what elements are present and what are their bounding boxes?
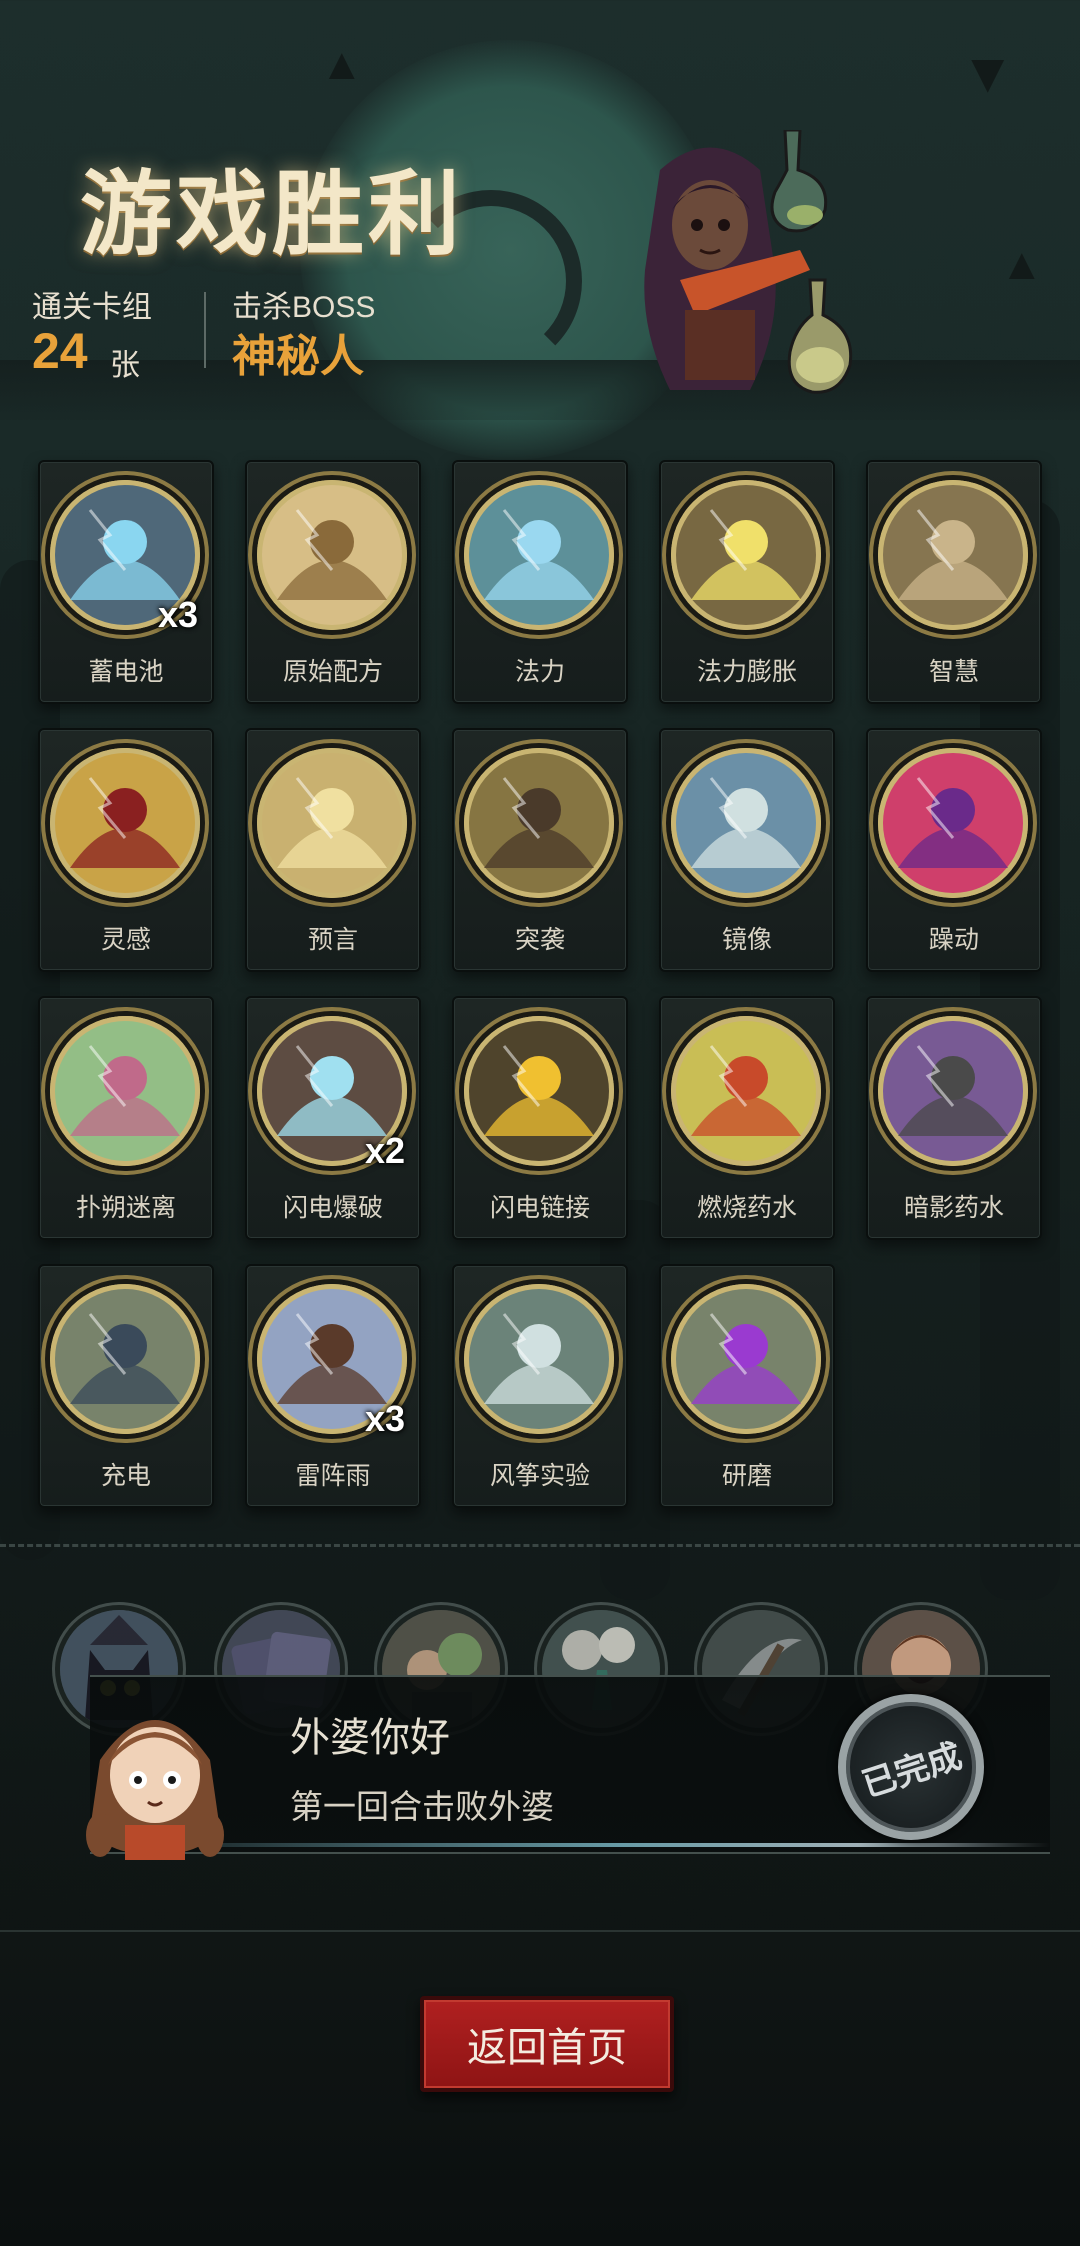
card-name: 突袭	[514, 926, 565, 954]
card-name: 雷阵雨	[295, 1462, 371, 1490]
skull-inspiration-icon	[50, 748, 200, 898]
bat-icon: ▲	[1000, 240, 1044, 289]
scholar-icon	[878, 480, 1028, 630]
card-name: 燃烧药水	[696, 1194, 797, 1222]
skill-card[interactable]: 法力	[452, 460, 628, 704]
section-separator	[0, 1544, 1080, 1547]
boss-name: 神秘人	[232, 332, 364, 381]
kite-experiment-icon	[464, 1284, 614, 1434]
cleared-deck-label: 通关卡组	[32, 291, 152, 324]
skill-card[interactable]: 原始配方	[245, 460, 421, 704]
frenzy-icon	[878, 748, 1028, 898]
skill-card[interactable]: 暗影药水	[866, 996, 1042, 1240]
raid-icon	[464, 748, 614, 898]
card-name: 充电	[100, 1462, 151, 1490]
skill-card[interactable]: x2 闪电爆破	[245, 996, 421, 1240]
card-count-badge: x2	[365, 1130, 406, 1171]
skill-card[interactable]: 闪电链接	[452, 996, 628, 1240]
skill-card[interactable]: 智慧	[866, 460, 1042, 704]
grind-icon	[671, 1284, 821, 1434]
victory-title: 游戏胜利	[80, 164, 465, 266]
skill-card[interactable]: 突袭	[452, 728, 628, 972]
scroll-icon	[257, 480, 407, 630]
card-name: 智慧	[928, 658, 979, 686]
card-name: 镜像	[721, 926, 772, 954]
card-name: 预言	[307, 926, 358, 954]
skill-card[interactable]: 燃烧药水	[659, 996, 835, 1240]
achievement-title: 外婆你好	[290, 1716, 450, 1760]
skill-card[interactable]: 躁动	[866, 728, 1042, 972]
card-name: 闪电爆破	[282, 1194, 383, 1222]
bat-icon: ▲	[320, 40, 364, 89]
hero-alchemist-illustration	[644, 130, 853, 394]
card-name: 蓄电池	[88, 658, 164, 686]
skill-card[interactable]: 充电	[38, 1264, 214, 1508]
shadow-potion-icon	[878, 1016, 1028, 1166]
completed-stamp: 已完成	[838, 1694, 984, 1840]
skill-card[interactable]: x3 雷阵雨	[245, 1264, 421, 1508]
vortex-icon	[50, 1016, 200, 1166]
skill-card[interactable]: 风筝实验	[452, 1264, 628, 1508]
mana-surge-icon	[671, 480, 821, 630]
fire-potion-icon	[671, 1016, 821, 1166]
mirror-moon-icon	[671, 748, 821, 898]
skill-card[interactable]: 研磨	[659, 1264, 835, 1508]
skill-card[interactable]: 灵感	[38, 728, 214, 972]
card-count-badge: x3	[158, 594, 199, 635]
return-home-button[interactable]: 返回首页	[420, 1996, 674, 2092]
card-name: 法力	[514, 658, 565, 686]
cleared-deck-unit: 张	[110, 349, 140, 382]
card-name: 研磨	[721, 1462, 772, 1490]
girl-avatar	[86, 1720, 224, 1860]
mana-orb-icon	[464, 480, 614, 630]
card-name: 风筝实验	[489, 1462, 590, 1490]
charge-icon	[50, 1284, 200, 1434]
card-name: 暗影药水	[903, 1194, 1004, 1222]
achievement-description: 第一回合击败外婆	[290, 1788, 554, 1825]
completed-stamp-label: 已完成	[857, 1736, 967, 1805]
lightning-chain-icon	[464, 1016, 614, 1166]
card-name: 扑朔迷离	[75, 1194, 176, 1222]
header-band	[0, 360, 1080, 420]
cleared-deck-count: 24	[32, 323, 88, 379]
skill-card[interactable]: x3 蓄电池	[38, 460, 214, 704]
prophet-icon	[257, 748, 407, 898]
skill-card[interactable]: 扑朔迷离	[38, 996, 214, 1240]
card-name: 灵感	[100, 926, 151, 954]
skill-card[interactable]: 预言	[245, 728, 421, 972]
card-name: 躁动	[928, 926, 979, 954]
skill-card[interactable]: 镜像	[659, 728, 835, 972]
bat-icon: ▼	[960, 41, 1016, 104]
stat-divider	[204, 292, 206, 368]
card-name: 法力膨胀	[696, 658, 797, 686]
card-name: 原始配方	[282, 658, 383, 686]
card-count-badge: x3	[365, 1398, 406, 1439]
skill-card[interactable]: 法力膨胀	[659, 460, 835, 704]
card-name: 闪电链接	[489, 1194, 590, 1222]
